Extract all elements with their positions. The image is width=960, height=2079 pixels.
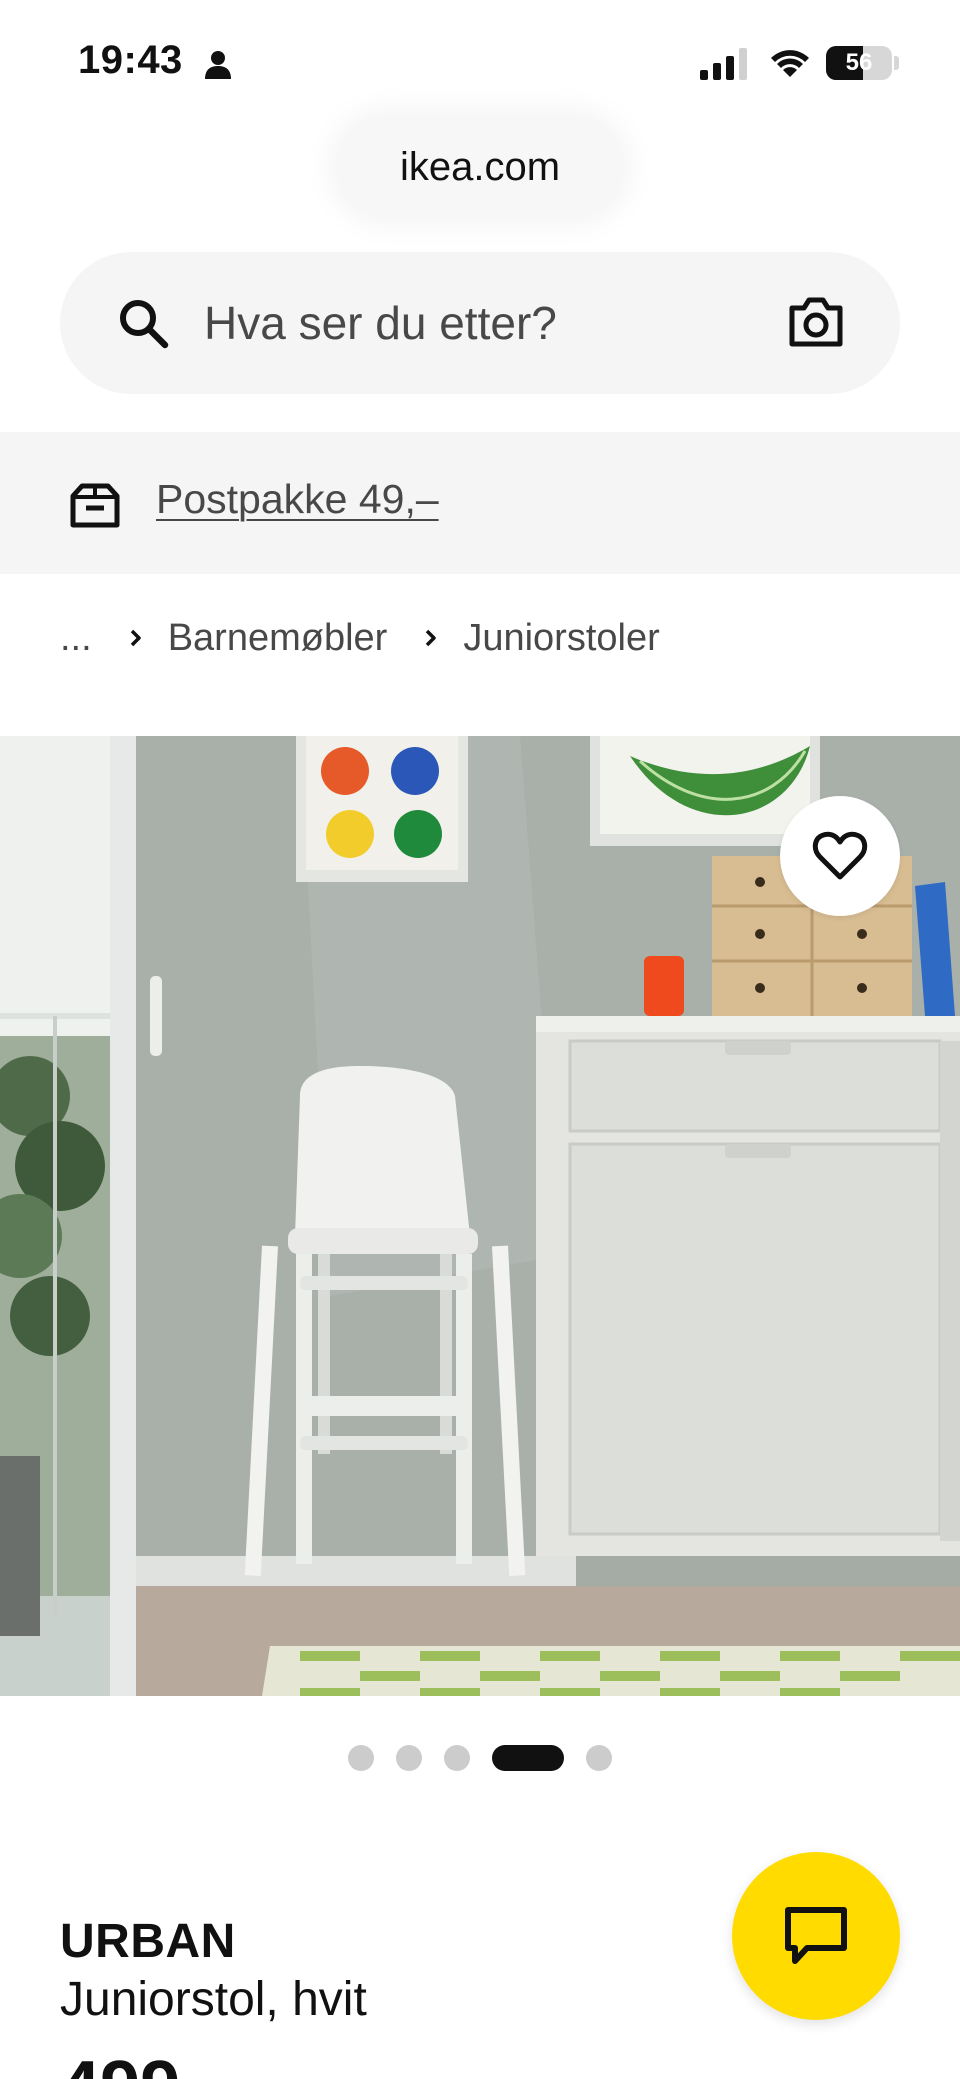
carousel-dot[interactable] (348, 1745, 374, 1771)
breadcrumb: ... Barnemøbler Juniorstoler (60, 612, 660, 664)
chevron-right-icon (126, 628, 146, 648)
wifi-icon (771, 50, 809, 77)
shipping-link[interactable]: Postpakke 49,– (156, 476, 439, 523)
search-icon[interactable] (116, 296, 170, 350)
carousel-dot[interactable] (444, 1745, 470, 1771)
product-name: URBAN (60, 1915, 236, 1968)
product-price: 499 (60, 2046, 180, 2079)
breadcrumb-ellipsis[interactable]: ... (60, 617, 92, 660)
status-time: 19:43 (78, 38, 183, 82)
product-description: Juniorstol, hvit (60, 1973, 367, 2026)
chat-button[interactable] (732, 1852, 900, 2020)
status-bar: 19:43 56 (0, 0, 960, 120)
breadcrumb-item-barnemobler[interactable]: Barnemøbler (168, 617, 388, 660)
camera-icon[interactable] (788, 296, 844, 348)
breadcrumb-item-juniorstoler[interactable]: Juniorstoler (463, 617, 659, 660)
url-text: ikea.com (399, 144, 561, 189)
heart-icon (812, 831, 868, 880)
favorite-button[interactable] (780, 796, 900, 916)
battery-percent: 56 (845, 49, 873, 76)
search-bar[interactable] (60, 252, 900, 394)
carousel-indicators (0, 1745, 960, 1771)
shipping-banner: Postpakke 49,– (0, 432, 960, 574)
search-input[interactable] (204, 292, 764, 354)
battery-icon: 56 (826, 46, 892, 80)
carousel-dot[interactable] (586, 1745, 612, 1771)
battery-cap (894, 56, 899, 70)
chat-icon (785, 1907, 847, 1964)
url-bar[interactable]: ikea.com (338, 118, 622, 216)
carousel-dot-active[interactable] (492, 1745, 564, 1771)
carousel-dot[interactable] (396, 1745, 422, 1771)
chevron-right-icon (421, 628, 441, 648)
person-icon (205, 51, 231, 79)
signal-icon (700, 48, 747, 80)
package-icon (70, 483, 120, 528)
